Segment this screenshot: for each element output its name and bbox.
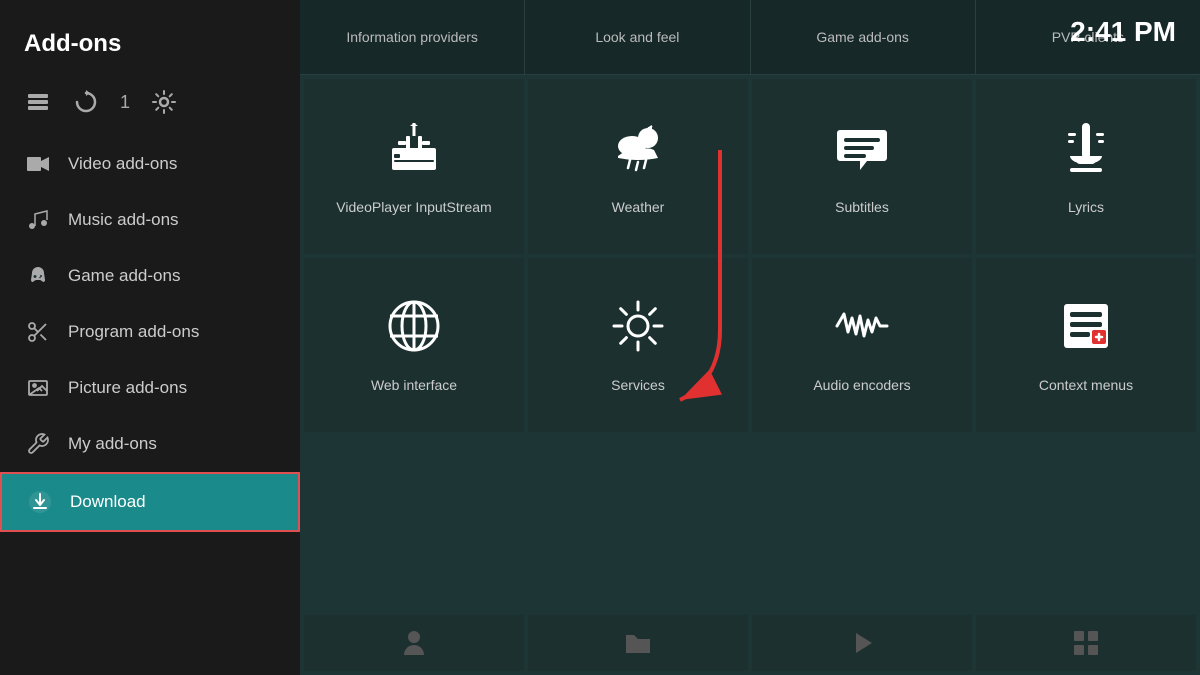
grid-cell-services[interactable]: Services: [528, 258, 748, 433]
top-tabs: Information providers Look and feel Game…: [300, 0, 1200, 75]
tab-info-providers[interactable]: Information providers: [300, 0, 525, 74]
sidebar-item-label: Download: [70, 492, 146, 512]
sidebar-item-picture-addons[interactable]: Picture add-ons: [0, 360, 300, 416]
tab-game-addons[interactable]: Game add-ons: [751, 0, 976, 74]
grid-cell-web-interface[interactable]: Web interface: [304, 258, 524, 433]
sidebar-item-my-addons[interactable]: My add-ons: [0, 416, 300, 472]
cell-label: Context menus: [1039, 377, 1133, 393]
subtitles-icon: [832, 118, 892, 187]
grid-cell-audio-encoders[interactable]: Audio encoders: [752, 258, 972, 433]
weather-icon: [608, 118, 668, 187]
refresh-icon[interactable]: [72, 88, 100, 116]
sidebar-item-label: My add-ons: [68, 434, 157, 454]
bottom-cell-1[interactable]: [304, 615, 524, 671]
download-icon: [26, 488, 54, 516]
sidebar-item-download[interactable]: Download: [0, 472, 300, 532]
scissors-icon: [24, 318, 52, 346]
bottom-cell-2[interactable]: [528, 615, 748, 671]
settings-icon[interactable]: [150, 88, 178, 116]
cell-label: Audio encoders: [813, 377, 910, 393]
sidebar-item-label: Game add-ons: [68, 266, 180, 286]
services-icon: [608, 296, 668, 365]
tab-look-feel[interactable]: Look and feel: [525, 0, 750, 74]
sidebar-item-game-addons[interactable]: Game add-ons: [0, 248, 300, 304]
bottom-cell-4[interactable]: [976, 615, 1196, 671]
update-badge: 1: [120, 92, 130, 113]
wrench-icon: [24, 430, 52, 458]
cell-label: Subtitles: [835, 199, 889, 215]
grid-cell-context-menus[interactable]: Context menus: [976, 258, 1196, 433]
grid-cell-lyrics[interactable]: Lyrics: [976, 79, 1196, 254]
main-content: 2:41 PM Information providers Look and f…: [300, 0, 1200, 675]
context-menu-icon: [1056, 296, 1116, 365]
clock: 2:41 PM: [1070, 16, 1176, 48]
audio-icon: [832, 296, 892, 365]
grid-cell-videoplayer-inputstream[interactable]: VideoPlayer InputStream: [304, 79, 524, 254]
music-icon: [24, 206, 52, 234]
sidebar-item-label: Picture add-ons: [68, 378, 187, 398]
grid-cell-weather[interactable]: Weather: [528, 79, 748, 254]
sidebar: Add-ons 1: [0, 0, 300, 675]
web-icon: [384, 296, 444, 365]
sidebar-item-label: Music add-ons: [68, 210, 179, 230]
picture-icon: [24, 374, 52, 402]
cell-label: VideoPlayer InputStream: [336, 199, 491, 215]
cell-label: Services: [611, 377, 665, 393]
bottom-cell-3[interactable]: [752, 615, 972, 671]
cell-label: Web interface: [371, 377, 457, 393]
cell-label: Lyrics: [1068, 199, 1104, 215]
sidebar-navigation: Video add-ons Music add-ons: [0, 136, 300, 655]
addon-grid: VideoPlayer InputStream Weather: [300, 75, 1200, 615]
cell-label: Weather: [612, 199, 665, 215]
video-icon: [24, 150, 52, 178]
page-title: Add-ons: [0, 20, 300, 78]
layers-icon[interactable]: [24, 88, 52, 116]
sidebar-item-label: Program add-ons: [68, 322, 199, 342]
videoplayer-icon: [384, 118, 444, 187]
sidebar-item-music-addons[interactable]: Music add-ons: [0, 192, 300, 248]
bottom-partial-row: [300, 615, 1200, 675]
gamepad-icon: [24, 262, 52, 290]
lyrics-icon: [1056, 118, 1116, 187]
grid-cell-subtitles[interactable]: Subtitles: [752, 79, 972, 254]
sidebar-item-video-addons[interactable]: Video add-ons: [0, 136, 300, 192]
sidebar-item-label: Video add-ons: [68, 154, 177, 174]
sidebar-toolbar: 1: [0, 78, 300, 136]
sidebar-item-program-addons[interactable]: Program add-ons: [0, 304, 300, 360]
